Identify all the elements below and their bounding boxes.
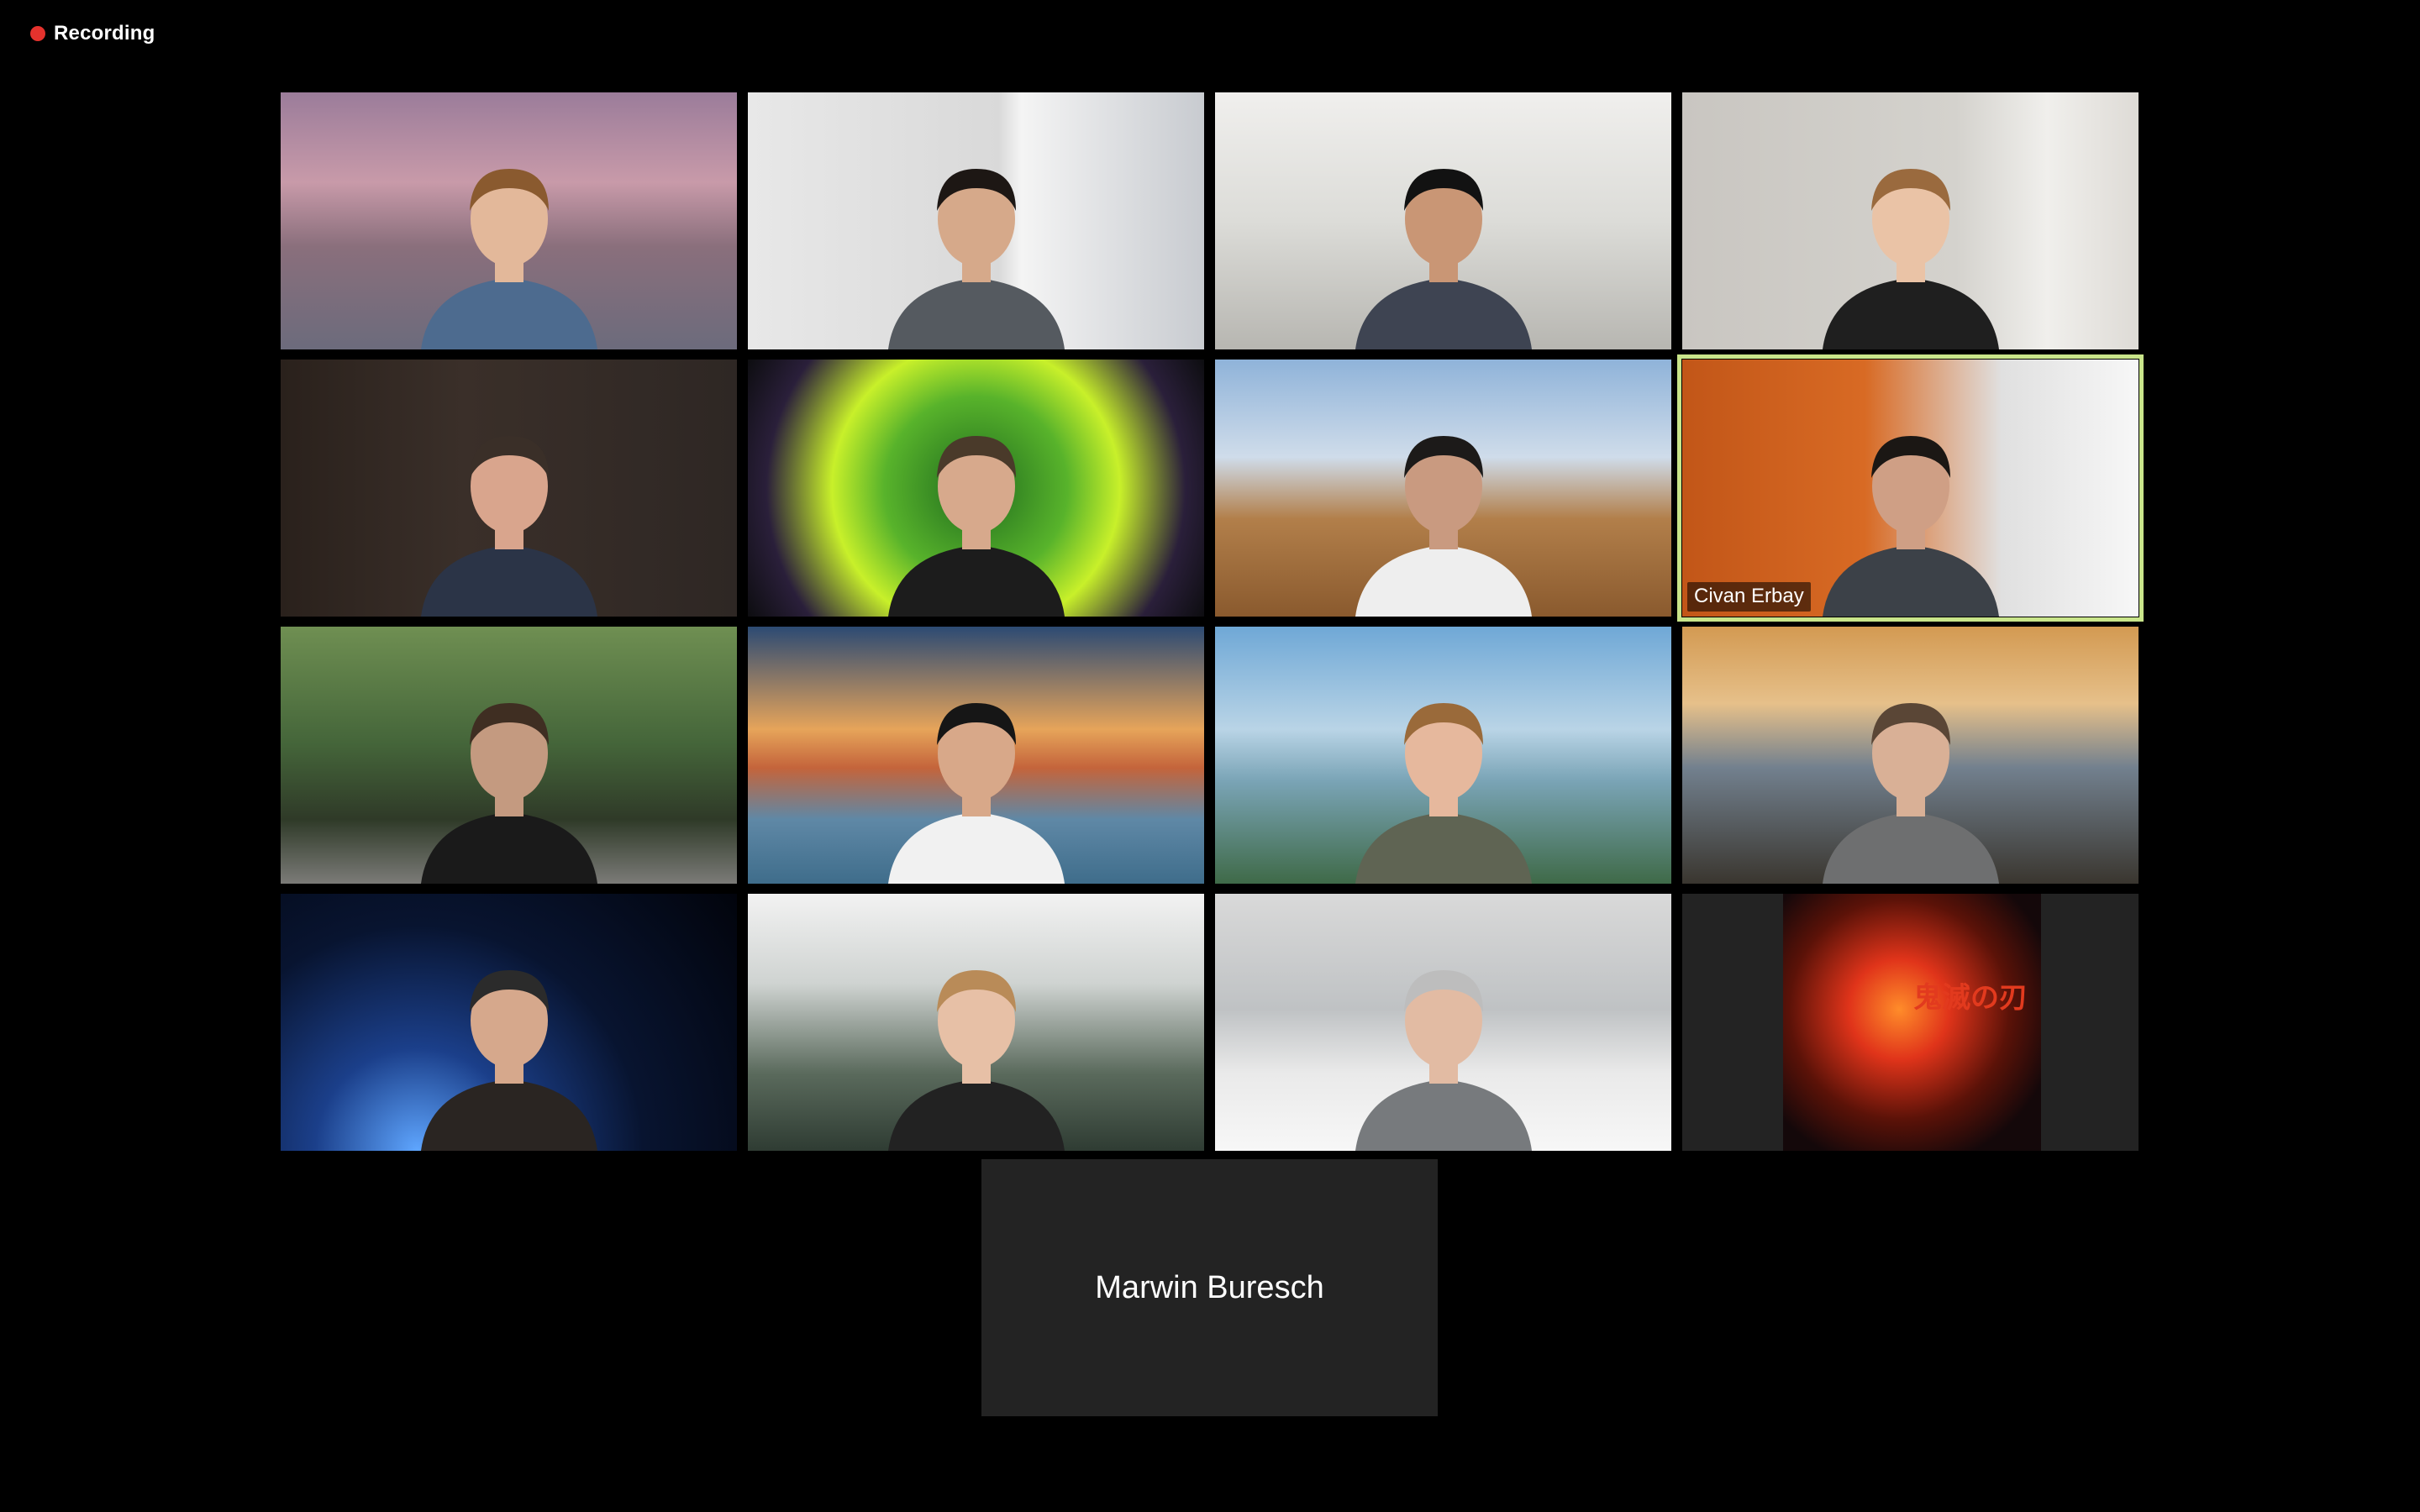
participant-video-figure bbox=[404, 674, 614, 884]
profile-picture-logo: 鬼滅の刃 bbox=[1913, 981, 2028, 1015]
participant-video-figure bbox=[871, 407, 1081, 617]
meeting-window: Recording Civan Erbay 鬼滅の刃 Marwin Buresch bbox=[0, 0, 2420, 1512]
participant-video-figure bbox=[1339, 139, 1549, 349]
video-tile[interactable] bbox=[281, 360, 737, 617]
video-tile[interactable] bbox=[1682, 627, 2139, 884]
participant-name-label: Civan Erbay bbox=[1687, 582, 1811, 612]
video-tile[interactable] bbox=[748, 627, 1204, 884]
participant-video-figure bbox=[404, 407, 614, 617]
recording-dot-icon bbox=[30, 26, 45, 41]
participant-video-figure bbox=[1339, 674, 1549, 884]
participant-name: Marwin Buresch bbox=[1095, 1269, 1324, 1305]
video-tile[interactable] bbox=[748, 360, 1204, 617]
participant-video-figure bbox=[1339, 407, 1549, 617]
participant-video-figure bbox=[404, 941, 614, 1151]
video-tile-no-video[interactable]: Marwin Buresch bbox=[981, 1159, 1438, 1416]
video-tile[interactable] bbox=[1215, 627, 1671, 884]
participant-video-figure bbox=[1806, 139, 2016, 349]
video-tile[interactable] bbox=[1215, 894, 1671, 1151]
participant-video-figure bbox=[1339, 941, 1549, 1151]
video-tile[interactable] bbox=[1215, 360, 1671, 617]
video-tile[interactable] bbox=[281, 92, 737, 349]
gallery-grid: Civan Erbay 鬼滅の刃 bbox=[281, 92, 2144, 1151]
video-tile[interactable] bbox=[748, 894, 1204, 1151]
participant-video-figure bbox=[871, 674, 1081, 884]
participant-video-figure bbox=[1806, 407, 2016, 617]
video-tile[interactable] bbox=[748, 92, 1204, 349]
profile-picture: 鬼滅の刃 bbox=[1783, 894, 2041, 1151]
participant-video-figure bbox=[871, 139, 1081, 349]
video-tile[interactable] bbox=[281, 894, 737, 1151]
participant-video-figure bbox=[404, 139, 614, 349]
recording-indicator[interactable]: Recording bbox=[30, 22, 155, 45]
video-tile-active-speaker[interactable]: Civan Erbay bbox=[1677, 354, 2144, 622]
video-tile[interactable]: 鬼滅の刃 bbox=[1682, 894, 2139, 1151]
participant-video-figure bbox=[871, 941, 1081, 1151]
video-tile[interactable] bbox=[1215, 92, 1671, 349]
video-tile[interactable] bbox=[281, 627, 737, 884]
participant-video-figure bbox=[1806, 674, 2016, 884]
video-tile[interactable] bbox=[1682, 92, 2139, 349]
recording-label: Recording bbox=[54, 22, 155, 45]
